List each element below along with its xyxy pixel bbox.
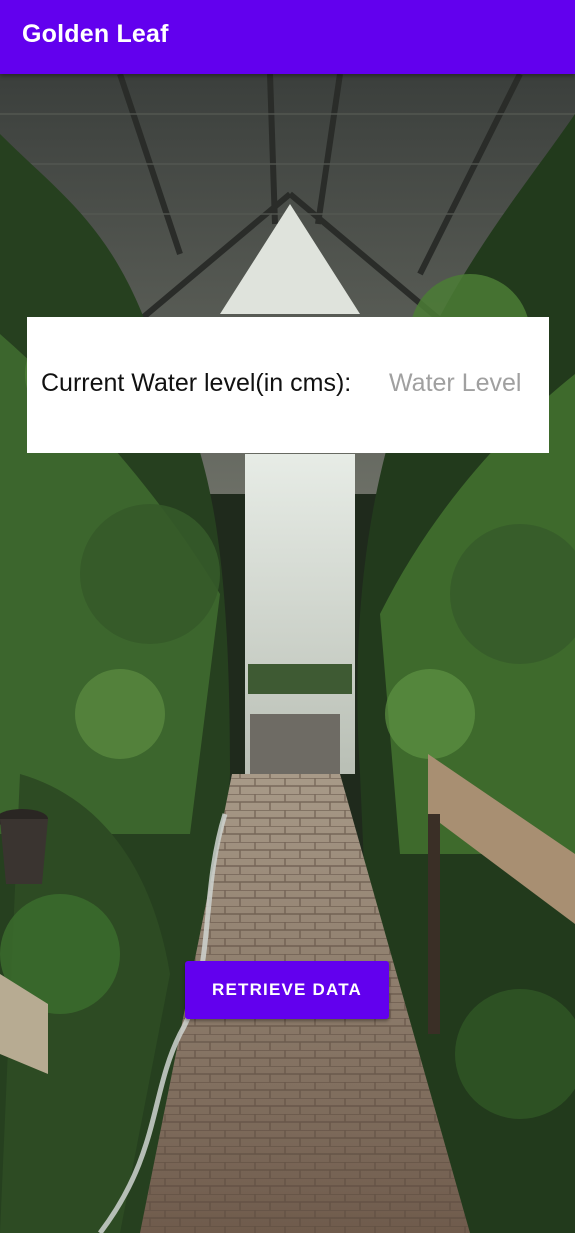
water-level-label: Current Water level(in cms): [41, 369, 352, 397]
app-title: Golden Leaf [22, 20, 169, 48]
app-bar: Golden Leaf [0, 0, 575, 74]
water-level-input[interactable] [385, 365, 549, 401]
retrieve-data-button[interactable]: RETRIEVE DATA [185, 961, 389, 1019]
greenhouse-background-image [0, 74, 575, 1233]
water-level-card: Current Water level(in cms): [27, 317, 549, 453]
